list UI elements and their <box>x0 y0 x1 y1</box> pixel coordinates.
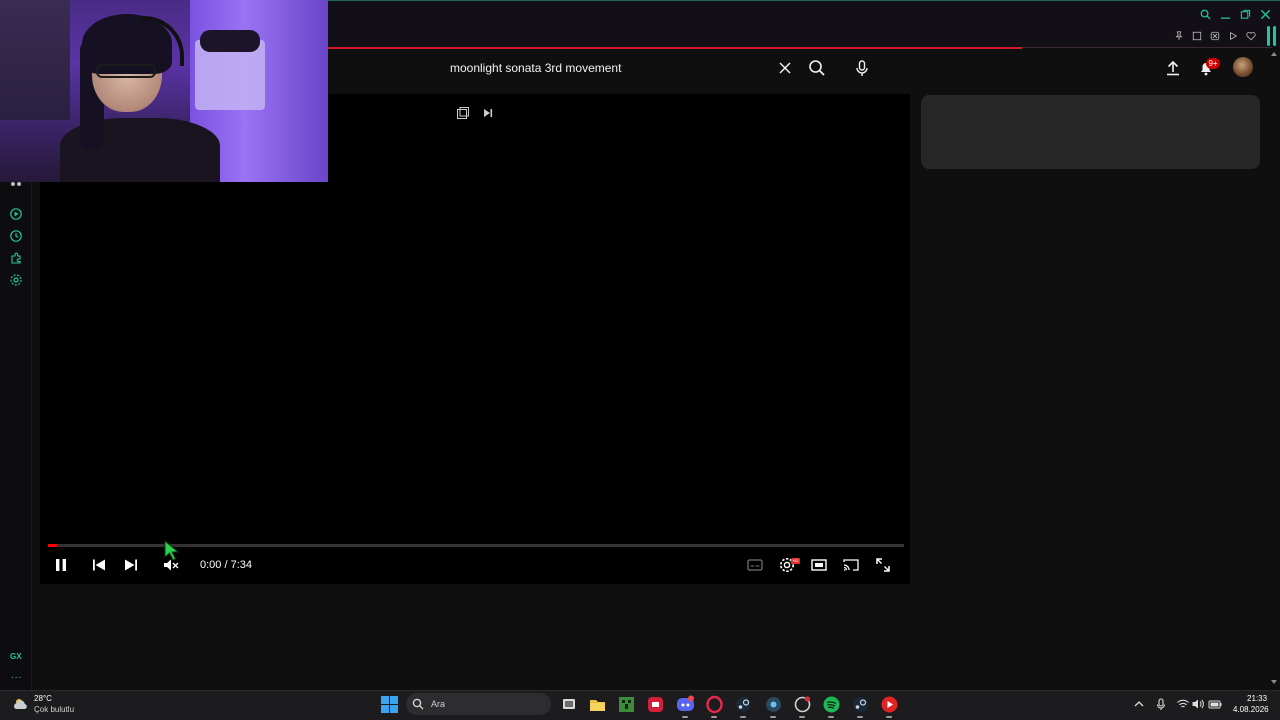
fullscreen-icon[interactable] <box>874 556 892 574</box>
snapshot-icon[interactable] <box>1190 29 1204 43</box>
window-controls <box>1198 7 1272 21</box>
notification-count-badge: 9+ <box>1206 58 1220 69</box>
windows-start-icon[interactable] <box>381 696 398 713</box>
weather-description[interactable]: Çok bulutlu <box>34 705 74 714</box>
search-button-icon[interactable] <box>807 58 827 78</box>
history-icon[interactable] <box>9 229 23 243</box>
browser-running-indicator <box>799 716 805 718</box>
taskbar-search-icon <box>412 698 424 710</box>
browser-tools <box>1172 29 1258 43</box>
previous-icon[interactable] <box>90 556 108 574</box>
clear-search-icon[interactable] <box>777 60 793 76</box>
tray-volume-icon[interactable] <box>1191 697 1205 711</box>
search-bar[interactable]: moonlight sonata 3rd movement <box>440 55 800 81</box>
clock-date[interactable]: 4.08.2026 <box>1233 705 1269 714</box>
webcam-background-window <box>0 0 70 120</box>
search-input[interactable]: moonlight sonata 3rd movement <box>450 61 621 75</box>
extensions-icon[interactable] <box>9 251 23 265</box>
cast-icon[interactable] <box>842 556 860 574</box>
weather-temperature[interactable]: 28°C <box>34 694 52 703</box>
steam-running-indicator <box>740 716 746 718</box>
scroll-up-arrow-icon[interactable] <box>1270 50 1278 58</box>
autoplay-next-icon[interactable] <box>481 106 495 120</box>
opera-gx-running-indicator <box>711 716 717 718</box>
next-icon[interactable] <box>122 556 140 574</box>
windows-taskbar <box>0 690 1280 720</box>
user-avatar[interactable] <box>1233 57 1253 77</box>
heart-icon[interactable] <box>1244 29 1258 43</box>
steam-icon[interactable] <box>734 695 753 714</box>
related-video-placeholder <box>921 95 1260 169</box>
browser-app-icon[interactable] <box>793 695 812 714</box>
miniplayer-icon[interactable] <box>456 106 470 120</box>
theater-mode-icon[interactable] <box>810 556 828 574</box>
shield-icon[interactable] <box>1208 29 1222 43</box>
webcam-overlay <box>0 0 328 182</box>
scroll-down-arrow-icon[interactable] <box>1270 678 1278 686</box>
pin-icon[interactable] <box>1172 29 1186 43</box>
page-load-track <box>1022 47 1272 48</box>
screen: GX ... moonlight sonata 3rd movement 9+ … <box>0 0 1280 720</box>
time-display: 0:00 / 7:34 <box>200 559 252 571</box>
weather-cloudy-icon[interactable] <box>12 696 30 712</box>
mouse-cursor-icon <box>164 540 182 562</box>
maximize-icon[interactable] <box>1238 7 1252 21</box>
clock-time[interactable]: 21:33 <box>1247 694 1267 703</box>
upload-icon[interactable] <box>1164 59 1182 77</box>
webcam-background-cushion <box>200 30 260 52</box>
sidebar-more-button[interactable]: ... <box>11 670 22 681</box>
progress-bar-fill <box>48 544 57 547</box>
pause-icon[interactable] <box>52 556 70 574</box>
taskbar-search-placeholder[interactable]: Ara <box>431 699 445 709</box>
steam-tools-running-indicator <box>770 716 776 718</box>
gx-corner-label[interactable]: GX <box>10 652 22 661</box>
webcam-person-headset <box>140 16 184 66</box>
play-icon[interactable] <box>1226 29 1240 43</box>
player-icon[interactable] <box>9 207 23 221</box>
minecraft-icon[interactable] <box>617 695 636 714</box>
tray-wifi-icon[interactable] <box>1176 697 1190 711</box>
taskbar-search-box[interactable] <box>406 693 551 715</box>
youtube-app-icon[interactable] <box>880 695 899 714</box>
tray-microphone-icon[interactable] <box>1154 697 1168 711</box>
tray-chevron-up-icon[interactable] <box>1132 697 1146 711</box>
steam-tools-icon[interactable] <box>764 695 783 714</box>
close-icon[interactable] <box>1258 7 1272 21</box>
tray-battery-icon[interactable] <box>1208 697 1222 711</box>
steam-2-icon[interactable] <box>851 695 870 714</box>
steam-2-running-indicator <box>857 716 863 718</box>
page-load-indicator <box>328 47 1022 49</box>
hd-badge: HD <box>791 558 800 564</box>
discord-running-indicator <box>682 716 688 718</box>
webcam-person-glasses <box>96 64 156 78</box>
voice-search-icon[interactable] <box>852 58 872 78</box>
youtube-running-indicator <box>886 716 892 718</box>
spotify-icon[interactable] <box>822 695 841 714</box>
opera-gx-icon[interactable] <box>705 695 724 714</box>
search-icon[interactable] <box>1198 7 1212 21</box>
file-explorer-icon[interactable] <box>588 695 607 714</box>
spotify-running-indicator <box>828 716 834 718</box>
gx-panel-indicator <box>1273 26 1276 46</box>
subtitles-icon[interactable] <box>746 556 764 574</box>
red-app-icon[interactable] <box>646 695 665 714</box>
discord-icon[interactable] <box>676 695 695 714</box>
settings-icon[interactable] <box>9 273 23 287</box>
gx-panel-indicator-2 <box>1267 26 1270 46</box>
task-view-icon[interactable] <box>560 695 579 714</box>
minimize-icon[interactable] <box>1218 7 1232 21</box>
